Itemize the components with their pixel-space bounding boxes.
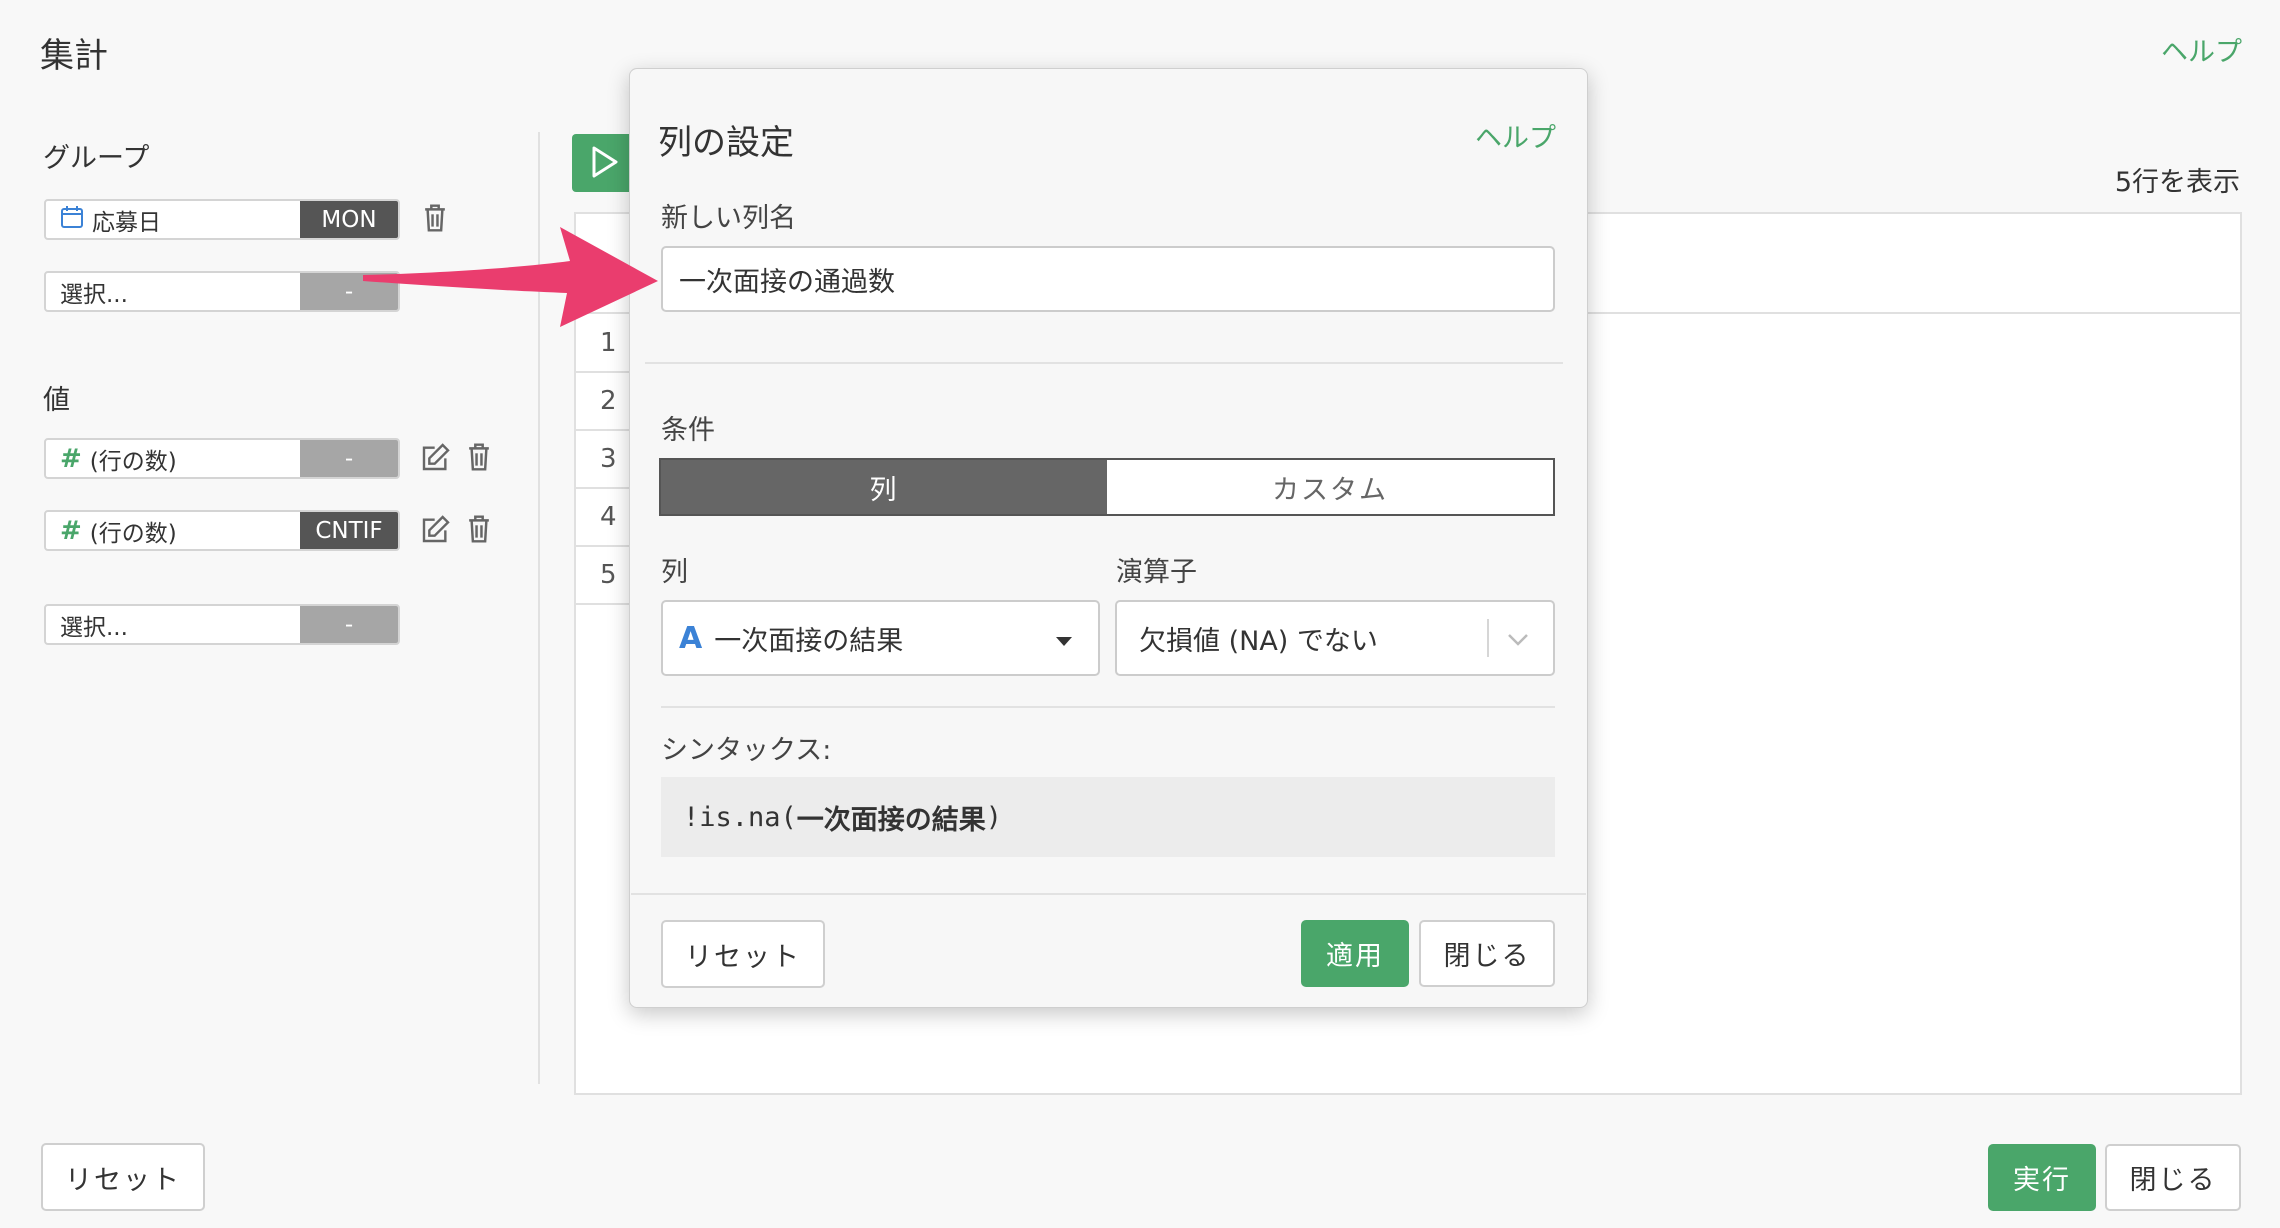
caret-down-icon [1056,623,1072,654]
syntax-prefix: !is.na( [683,801,797,833]
row-divider [576,603,636,605]
row-divider [576,487,636,489]
row-divider [576,429,636,431]
apply-button[interactable]: 適用 [1301,920,1409,987]
value-select-chip[interactable]: 選択... - [44,604,400,645]
dialog-footer-divider [631,893,1586,895]
condition-mode-toggle: 列 カスタム [659,458,1555,516]
dialog-title: 列の設定 [658,123,794,163]
new-column-name-input[interactable]: 一次面接の通過数 [661,246,1555,312]
syntax-column: 一次面接の結果 [796,804,986,836]
operator-label: 演算子 [1116,557,1197,588]
operator-select[interactable]: 欠損値 (NA) でない [1115,600,1555,676]
new-column-label: 新しい列名 [661,203,796,234]
tab-column[interactable]: 列 [661,460,1107,514]
select-separator [1487,619,1489,657]
hash-icon: # [60,515,82,546]
row-number: 3 [600,444,617,474]
value-name-1: (行の数) [89,448,177,475]
value-select-placeholder: 選択... [60,614,128,641]
column-select-value: 一次面接の結果 [714,625,904,657]
column-label: 列 [661,557,688,588]
syntax-preview: !is.na(一次面接の結果) [661,777,1555,857]
value-function-tag-2[interactable]: CNTIF [300,512,398,549]
character-type-icon: A [679,620,703,656]
run-button[interactable]: 実行 [1988,1144,2096,1211]
value-chip-1[interactable]: # (行の数) - [44,438,400,479]
syntax-suffix: ) [985,801,1003,833]
trash-icon[interactable] [464,441,498,475]
trash-icon[interactable] [464,513,498,547]
chevron-down-icon [1507,623,1529,654]
row-number: 2 [600,386,617,416]
row-divider [576,545,636,547]
group-column-chip[interactable]: 応募日 MON [44,199,400,240]
edit-icon[interactable] [420,441,454,475]
group-section-label: グループ [43,143,150,174]
dialog-help-link[interactable]: ヘルプ [1475,116,1556,155]
syntax-label: シンタックス: [661,735,832,766]
operator-select-value: 欠損値 (NA) でない [1139,625,1378,657]
dialog-divider [645,362,1563,364]
dialog-reset-button[interactable]: リセット [661,920,825,988]
value-select-tag[interactable]: - [300,606,398,643]
edit-icon[interactable] [420,513,454,547]
annotation-arrow [363,227,658,327]
calendar-icon [60,205,84,235]
condition-label: 条件 [661,415,715,446]
row-number: 4 [600,502,617,532]
hash-icon: # [60,443,82,474]
value-function-tag-1[interactable]: - [300,440,398,477]
close-button[interactable]: 閉じる [2105,1144,2241,1211]
dialog-close-button[interactable]: 閉じる [1419,920,1555,987]
group-select-placeholder: 選択... [60,281,128,308]
column-select[interactable]: A 一次面接の結果 [661,600,1100,676]
help-link[interactable]: ヘルプ [2161,30,2242,69]
reset-button[interactable]: リセット [41,1143,205,1211]
page-title: 集計 [40,36,108,76]
row-divider [576,371,636,373]
value-chip-2[interactable]: # (行の数) CNTIF [44,510,400,551]
rows-count: 5行を表示 [2114,167,2240,198]
group-column-name: 応募日 [92,209,161,236]
group-select-chip[interactable]: 選択... - [44,271,400,312]
row-number: 5 [600,560,617,590]
value-name-2: (行の数) [89,520,177,547]
tab-custom[interactable]: カスタム [1107,460,1553,514]
dialog-divider [661,706,1555,708]
play-icon [590,145,620,183]
values-section-label: 値 [43,385,70,416]
